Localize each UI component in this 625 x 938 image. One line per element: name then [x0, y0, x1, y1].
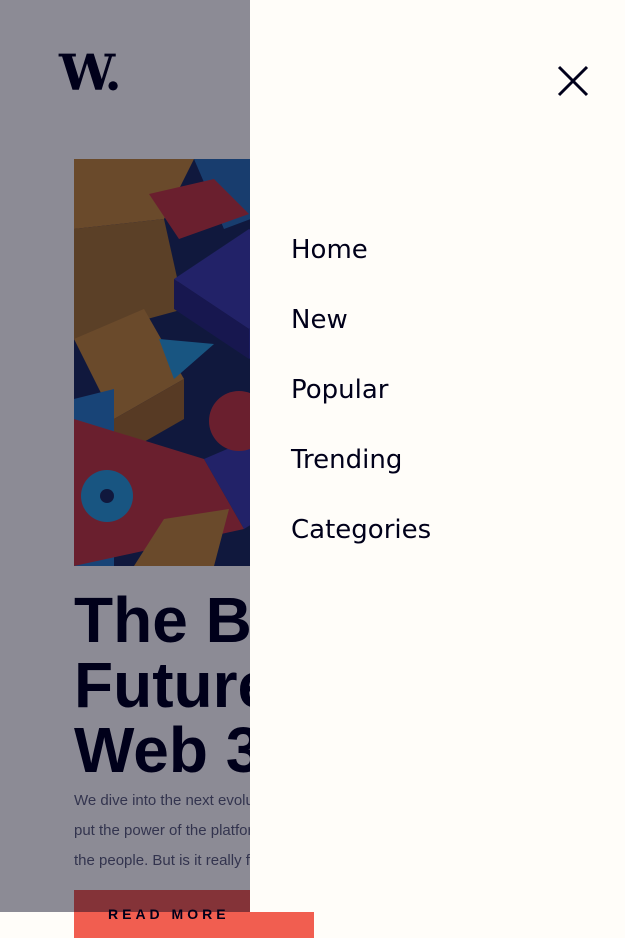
menu-link-trending[interactable]: Trending — [291, 440, 402, 480]
menu-item-new: New — [291, 300, 431, 370]
close-menu-button[interactable] — [552, 60, 594, 102]
menu-link-new[interactable]: New — [291, 300, 348, 340]
close-icon — [557, 65, 589, 97]
menu-item-home: Home — [291, 230, 431, 300]
menu-item-categories: Categories — [291, 510, 431, 580]
menu-link-home[interactable]: Home — [291, 230, 368, 270]
menu-link-popular[interactable]: Popular — [291, 370, 389, 410]
menu-item-popular: Popular — [291, 370, 431, 440]
menu-link-categories[interactable]: Categories — [291, 510, 431, 550]
menu-nav-list: Home New Popular Trending Categories — [291, 230, 431, 580]
menu-item-trending: Trending — [291, 440, 431, 510]
